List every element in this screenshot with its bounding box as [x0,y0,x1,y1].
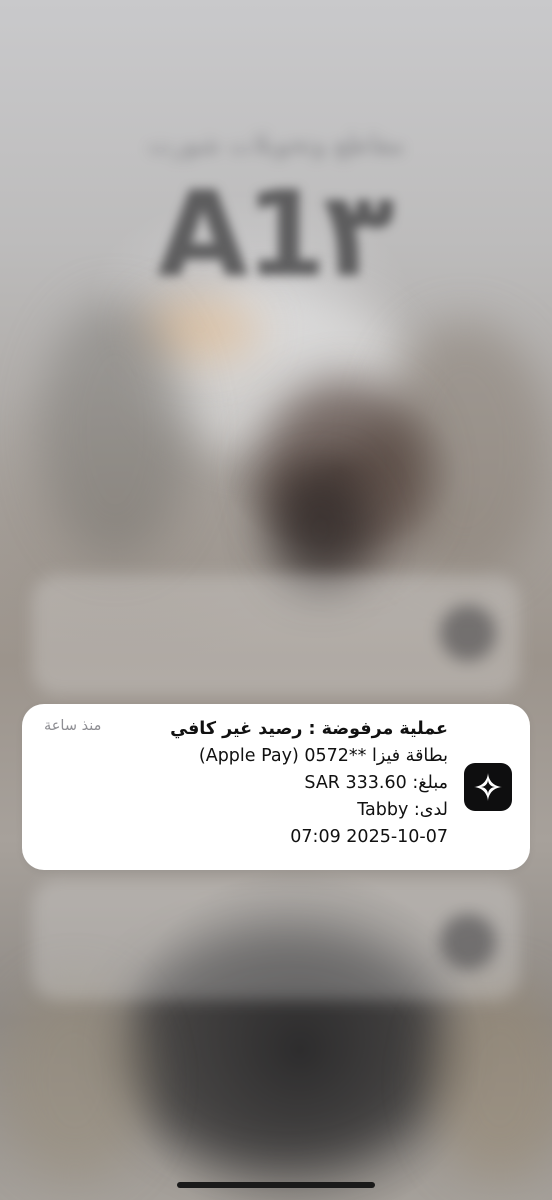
notification-title: عملية مرفوضة : رصيد غير كافي [170,719,448,739]
notification-amount-line: مبلغ: SAR 333.60 [304,773,448,793]
wallpaper-logo: A1۳ [157,165,398,303]
wallpaper-headline: مقاطع وتحويلات شورت [148,130,404,160]
home-indicator[interactable] [177,1182,375,1188]
blurred-notification-behind [32,575,520,695]
notification-time: منذ ساعة [44,718,102,734]
blurred-app-icon [440,914,496,970]
notification-datetime-line: 2025-10-07 07:09 [290,827,448,847]
notification-content: عملية مرفوضة : رصيد غير كافي بطاقة فيزا … [118,716,448,851]
notification-card-line: بطاقة فيزا **0572 (Apple Pay) [198,746,448,766]
blurred-app-icon [440,605,496,661]
notification-merchant-line: لدى: Tabby [357,800,448,820]
sparkle-icon [464,763,512,811]
notification-card[interactable]: منذ ساعة عملية مرفوضة : رصيد غير كافي بط… [22,704,530,870]
sparkle-icon-glyph [474,773,502,801]
blurred-notification-below [32,880,520,1000]
